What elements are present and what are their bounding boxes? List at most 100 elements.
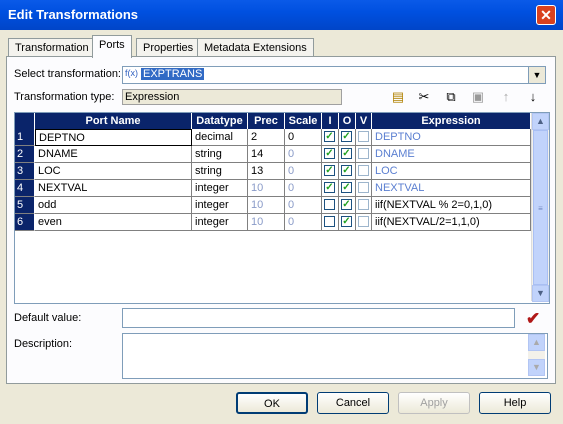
header-scale[interactable]: Scale <box>285 113 322 129</box>
output-checkbox[interactable]: ✓ <box>341 199 352 210</box>
tab-properties[interactable]: Properties <box>136 38 201 57</box>
select-transformation-dropdown[interactable]: f(x) EXPTRANS ▼ <box>122 66 546 84</box>
scale-cell[interactable]: 0 <box>285 180 322 197</box>
input-checkbox-cell[interactable]: ✓ <box>322 163 339 180</box>
output-checkbox-cell[interactable]: ✓ <box>339 163 356 180</box>
expression-cell[interactable]: LOC <box>372 163 531 180</box>
datatype-cell[interactable]: decimal <box>192 129 248 146</box>
output-checkbox-cell[interactable]: ✓ <box>339 146 356 163</box>
input-checkbox[interactable]: ✓ <box>324 148 335 159</box>
input-checkbox-cell[interactable] <box>322 197 339 214</box>
ok-button[interactable]: OK <box>236 392 308 414</box>
header-port-name[interactable]: Port Name <box>35 113 192 129</box>
tab-ports[interactable]: Ports <box>92 35 132 58</box>
scroll-thumb[interactable]: ≡ <box>533 130 548 285</box>
header-output[interactable]: O <box>339 113 356 129</box>
close-button[interactable]: ✕ <box>536 5 556 25</box>
prec-cell[interactable]: 2 <box>248 129 285 146</box>
input-checkbox[interactable] <box>324 216 335 227</box>
scale-cell[interactable]: 0 <box>285 129 322 146</box>
header-expression[interactable]: Expression <box>372 113 531 129</box>
default-value-input[interactable] <box>122 308 515 328</box>
scale-cell[interactable]: 0 <box>285 146 322 163</box>
input-checkbox[interactable]: ✓ <box>324 182 335 193</box>
prec-cell[interactable]: 14 <box>248 146 285 163</box>
scale-cell[interactable]: 0 <box>285 163 322 180</box>
variable-checkbox-cell[interactable] <box>356 146 372 163</box>
tab-metadata-extensions[interactable]: Metadata Extensions <box>197 38 314 57</box>
output-checkbox[interactable]: ✓ <box>341 182 352 193</box>
scale-cell[interactable]: 0 <box>285 197 322 214</box>
port-name-cell[interactable]: DNAME <box>35 146 192 163</box>
expression-cell[interactable]: DEPTNO <box>372 129 531 146</box>
variable-checkbox-cell[interactable] <box>356 197 372 214</box>
move-down-icon[interactable]: ↓ <box>525 89 541 105</box>
output-checkbox[interactable]: ✓ <box>341 216 352 227</box>
output-checkbox[interactable]: ✓ <box>341 165 352 176</box>
expression-cell[interactable]: NEXTVAL <box>372 180 531 197</box>
scroll-up-icon[interactable]: ▲ <box>528 334 545 351</box>
expression-cell[interactable]: iif(NEXTVAL/2=1,1,0) <box>372 214 531 231</box>
output-checkbox-cell[interactable]: ✓ <box>339 197 356 214</box>
variable-checkbox[interactable] <box>357 165 369 176</box>
header-prec[interactable]: Prec <box>248 113 285 129</box>
move-up-icon[interactable]: ↑ <box>498 89 514 105</box>
port-name-cell[interactable]: DEPTNO <box>35 129 192 146</box>
validate-check-icon[interactable]: ✔ <box>526 309 540 329</box>
scale-cell[interactable]: 0 <box>285 214 322 231</box>
header-input[interactable]: I <box>322 113 339 129</box>
variable-checkbox-cell[interactable] <box>356 163 372 180</box>
datatype-cell[interactable]: integer <box>192 180 248 197</box>
tab-transformation[interactable]: Transformation <box>8 38 96 57</box>
variable-checkbox[interactable] <box>357 148 369 159</box>
description-textarea[interactable]: ▲ ▼ <box>122 333 548 379</box>
prec-cell[interactable]: 13 <box>248 163 285 180</box>
expression-cell[interactable]: DNAME <box>372 146 531 163</box>
scroll-down-icon[interactable]: ▼ <box>532 285 549 302</box>
input-checkbox-cell[interactable]: ✓ <box>322 180 339 197</box>
variable-checkbox[interactable] <box>357 131 369 142</box>
output-checkbox-cell[interactable]: ✓ <box>339 214 356 231</box>
input-checkbox-cell[interactable]: ✓ <box>322 146 339 163</box>
input-checkbox[interactable]: ✓ <box>324 131 335 142</box>
datatype-cell[interactable]: integer <box>192 214 248 231</box>
output-checkbox-cell[interactable]: ✓ <box>339 180 356 197</box>
scroll-down-icon[interactable]: ▼ <box>528 359 545 376</box>
output-checkbox[interactable]: ✓ <box>341 148 352 159</box>
datatype-cell[interactable]: string <box>192 146 248 163</box>
description-scrollbar[interactable]: ▲ ▼ <box>528 334 545 376</box>
prec-cell[interactable]: 10 <box>248 214 285 231</box>
datatype-cell[interactable]: integer <box>192 197 248 214</box>
chevron-down-icon[interactable]: ▼ <box>528 67 545 83</box>
scroll-up-icon[interactable]: ▲ <box>532 113 549 130</box>
prec-cell[interactable]: 10 <box>248 180 285 197</box>
input-checkbox[interactable]: ✓ <box>324 165 335 176</box>
port-name-cell[interactable]: even <box>35 214 192 231</box>
paste-icon[interactable]: ▣ <box>470 89 486 105</box>
variable-checkbox-cell[interactable] <box>356 129 372 146</box>
input-checkbox-cell[interactable]: ✓ <box>322 129 339 146</box>
input-checkbox-cell[interactable] <box>322 214 339 231</box>
new-port-icon[interactable]: ▤ <box>390 89 406 105</box>
header-variable[interactable]: V <box>356 113 372 129</box>
prec-cell[interactable]: 10 <box>248 197 285 214</box>
header-datatype[interactable]: Datatype <box>192 113 248 129</box>
variable-checkbox[interactable] <box>357 182 369 193</box>
port-name-cell[interactable]: NEXTVAL <box>35 180 192 197</box>
output-checkbox[interactable]: ✓ <box>341 131 352 142</box>
port-name-cell[interactable]: LOC <box>35 163 192 180</box>
input-checkbox[interactable] <box>324 199 335 210</box>
apply-button[interactable]: Apply <box>398 392 470 414</box>
variable-checkbox-cell[interactable] <box>356 214 372 231</box>
datatype-cell[interactable]: string <box>192 163 248 180</box>
port-name-cell[interactable]: odd <box>35 197 192 214</box>
help-button[interactable]: Help <box>479 392 551 414</box>
variable-checkbox-cell[interactable] <box>356 180 372 197</box>
copy-icon[interactable]: ⧉ <box>443 89 459 105</box>
variable-checkbox[interactable] <box>357 216 369 227</box>
variable-checkbox[interactable] <box>357 199 369 210</box>
cancel-button[interactable]: Cancel <box>317 392 389 414</box>
cut-icon[interactable]: ✂ <box>416 89 432 105</box>
grid-scrollbar[interactable]: ▲ ≡ ▼ <box>531 113 549 302</box>
expression-cell[interactable]: iif(NEXTVAL % 2=0,1,0) <box>372 197 531 214</box>
